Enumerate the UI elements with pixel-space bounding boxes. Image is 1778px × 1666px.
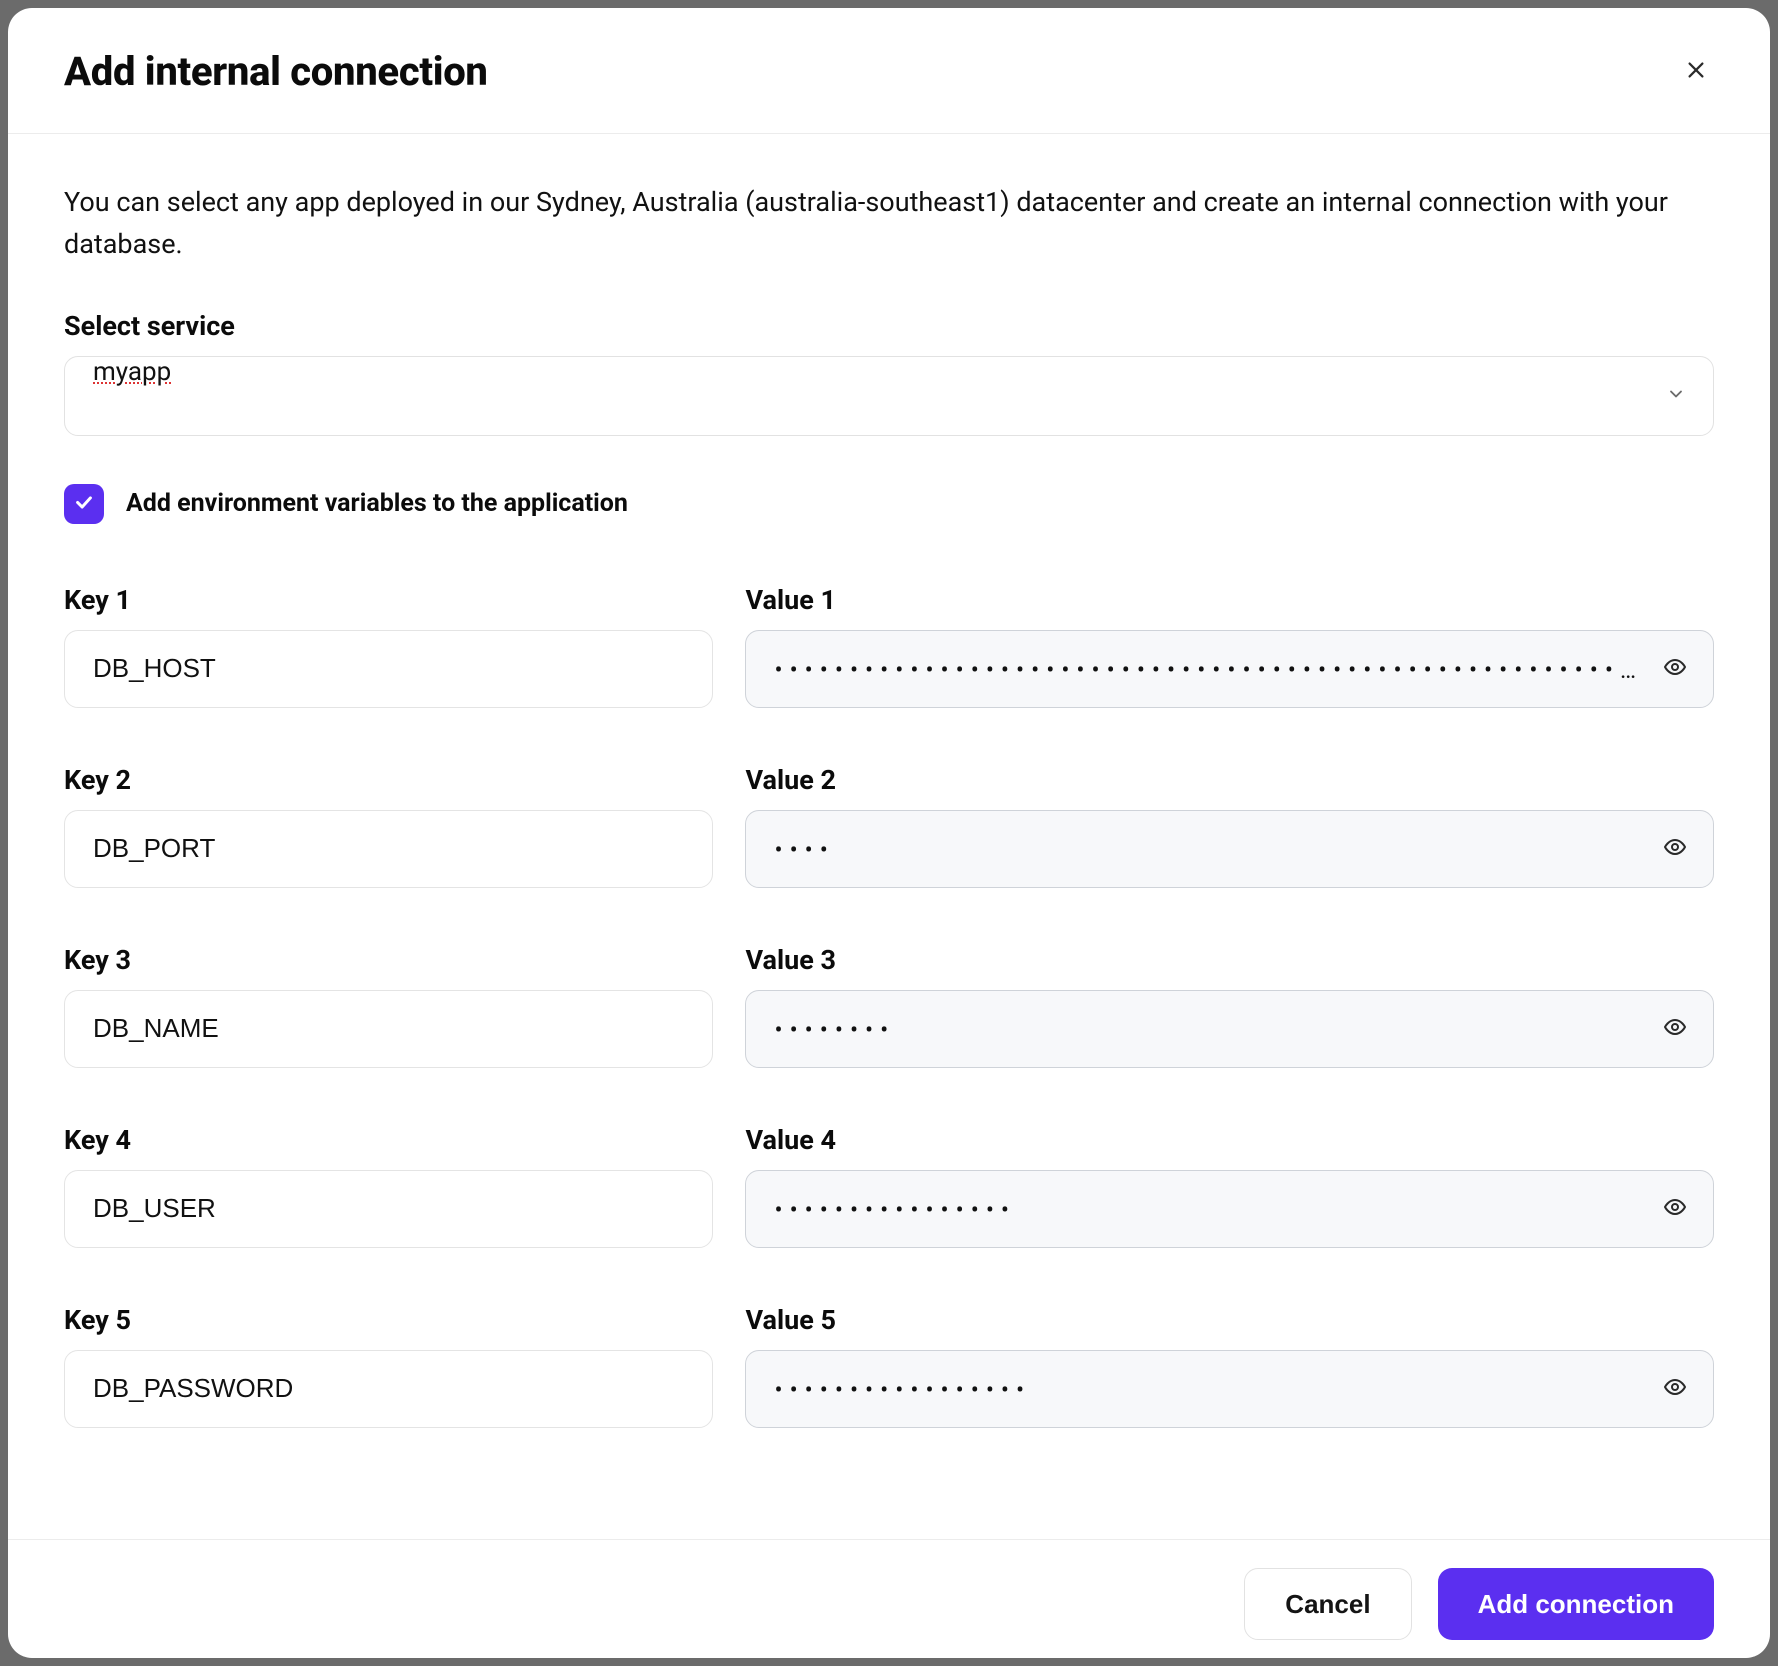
close-button[interactable] — [1678, 54, 1714, 90]
value-block: Value 5 ••••••••••••••••• — [745, 1304, 1714, 1428]
key-block: Key 4 — [64, 1124, 713, 1248]
modal-body: You can select any app deployed in our S… — [8, 134, 1770, 1539]
value-wrap: •••••••• — [745, 990, 1714, 1068]
value-label: Value 4 — [745, 1124, 1714, 1156]
value-input[interactable]: •••••••• — [745, 990, 1714, 1068]
select-service-value[interactable]: myapp — [64, 356, 1714, 436]
key-input[interactable] — [64, 810, 713, 888]
eye-icon — [1663, 655, 1687, 682]
key-input[interactable] — [64, 990, 713, 1068]
value-label: Value 2 — [745, 764, 1714, 796]
close-icon — [1685, 59, 1707, 84]
modal-description: You can select any app deployed in our S… — [64, 182, 1714, 266]
key-input[interactable] — [64, 1350, 713, 1428]
env-vars-grid: Key 1Value 1••••••••••••••••••••••••••••… — [64, 584, 1714, 1484]
key-label: Key 2 — [64, 764, 713, 796]
key-label: Key 1 — [64, 584, 713, 616]
add-internal-connection-modal: Add internal connection You can select a… — [8, 8, 1770, 1658]
eye-icon — [1663, 835, 1687, 862]
value-block: Value 3 •••••••• — [745, 944, 1714, 1068]
select-service[interactable]: myapp — [64, 356, 1714, 436]
reveal-value-button[interactable] — [1658, 1192, 1692, 1226]
key-label: Key 4 — [64, 1124, 713, 1156]
eye-icon — [1663, 1015, 1687, 1042]
value-input[interactable]: •••• — [745, 810, 1714, 888]
key-label: Key 3 — [64, 944, 713, 976]
reveal-value-button[interactable] — [1658, 832, 1692, 866]
key-block: Key 2 — [64, 764, 713, 888]
key-input[interactable] — [64, 1170, 713, 1248]
eye-icon — [1663, 1195, 1687, 1222]
add-env-vars-checkbox[interactable] — [64, 484, 104, 524]
value-label: Value 1 — [745, 584, 1714, 616]
check-icon — [73, 491, 95, 516]
modal-header: Add internal connection — [8, 8, 1770, 134]
value-label: Value 3 — [745, 944, 1714, 976]
value-wrap: •••••••••••••••• — [745, 1170, 1714, 1248]
value-wrap: •••• — [745, 810, 1714, 888]
select-service-label: Select service — [64, 310, 1714, 342]
add-connection-button[interactable]: Add connection — [1438, 1568, 1714, 1640]
key-block: Key 3 — [64, 944, 713, 1068]
add-env-vars-row: Add environment variables to the applica… — [64, 484, 1714, 524]
reveal-value-button[interactable] — [1658, 1012, 1692, 1046]
value-block: Value 1 •••••••••••••••••••••••••••••••••… — [745, 584, 1714, 708]
modal-title: Add internal connection — [64, 48, 488, 95]
cancel-button[interactable]: Cancel — [1244, 1568, 1411, 1640]
key-label: Key 5 — [64, 1304, 713, 1336]
value-block: Value 4 •••••••••••••••• — [745, 1124, 1714, 1248]
key-input[interactable] — [64, 630, 713, 708]
value-input[interactable]: •••••••••••••••• — [745, 1170, 1714, 1248]
key-block: Key 1 — [64, 584, 713, 708]
modal-footer: Cancel Add connection — [8, 1539, 1770, 1658]
value-wrap: ••••••••••••••••• — [745, 1350, 1714, 1428]
key-block: Key 5 — [64, 1304, 713, 1428]
value-label: Value 5 — [745, 1304, 1714, 1336]
value-wrap: ••••••••••••••••••••••••••••••••••••••••… — [745, 630, 1714, 708]
reveal-value-button[interactable] — [1658, 652, 1692, 686]
value-input[interactable]: ••••••••••••••••• — [745, 1350, 1714, 1428]
value-input[interactable]: ••••••••••••••••••••••••••••••••••••••••… — [745, 630, 1714, 708]
value-block: Value 2 •••• — [745, 764, 1714, 888]
add-env-vars-label: Add environment variables to the applica… — [126, 489, 628, 518]
eye-icon — [1663, 1375, 1687, 1402]
reveal-value-button[interactable] — [1658, 1372, 1692, 1406]
